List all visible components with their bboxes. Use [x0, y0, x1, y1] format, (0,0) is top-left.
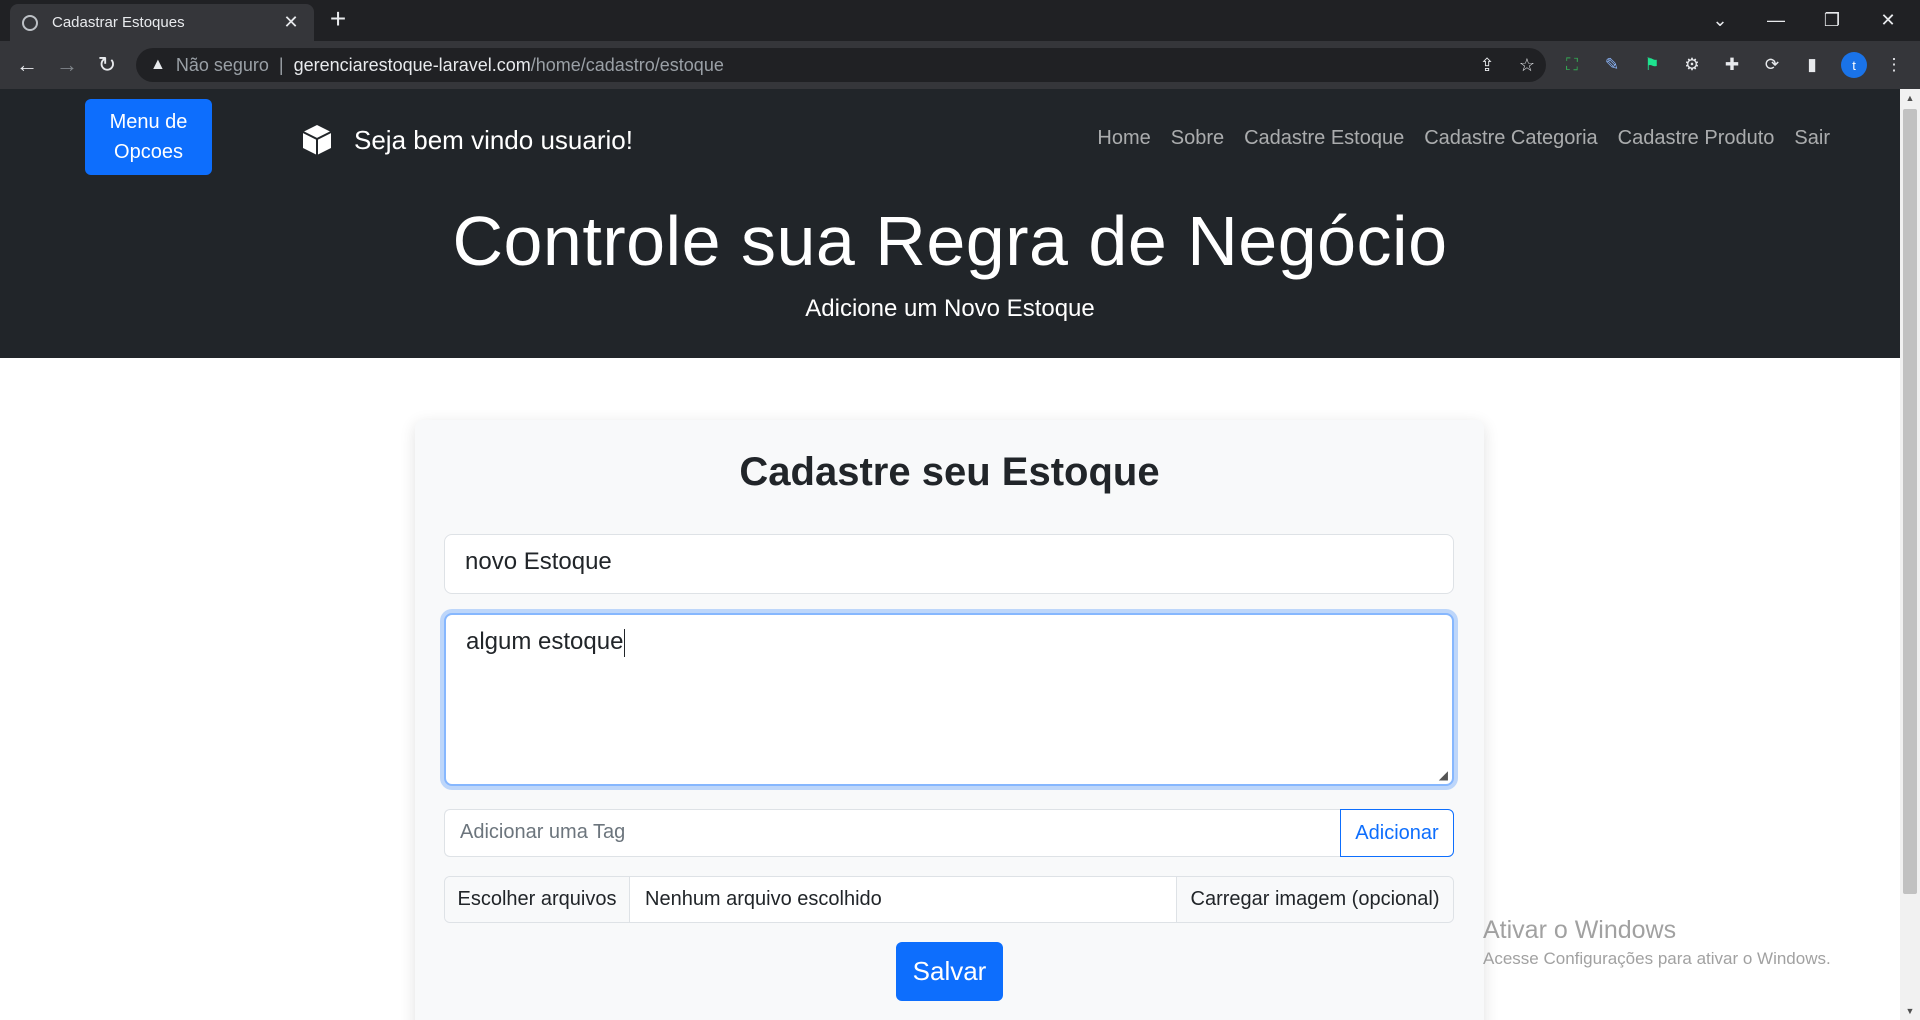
sync-icon[interactable]: ⟳ [1760, 53, 1784, 77]
tab-close-icon[interactable]: ✕ [280, 12, 302, 33]
pen-extension-icon[interactable]: ✎ [1600, 53, 1624, 77]
minimize-icon[interactable]: — [1748, 0, 1804, 41]
nav-cadastre-categoria[interactable]: Cadastre Categoria [1424, 127, 1597, 150]
save-button[interactable]: Salvar [896, 942, 1003, 1001]
nav-cadastre-estoque[interactable]: Cadastre Estoque [1244, 127, 1404, 150]
tab-search-icon[interactable]: ⌄ [1692, 0, 1748, 41]
address-bar[interactable]: ▲ Não seguro | gerenciarestoque-laravel.… [136, 48, 1546, 82]
nav-home[interactable]: Home [1097, 127, 1150, 150]
choose-files-button[interactable]: Escolher arquivos [445, 877, 630, 922]
stock-description-value: algum estoque [466, 628, 624, 655]
upload-image-label: Carregar imagem (opcional) [1176, 877, 1453, 922]
url-separator: | [278, 54, 284, 75]
stock-form-card: Cadastre seu Estoque novo Estoque algum … [415, 420, 1484, 1020]
gear-extension-icon[interactable]: ⚙ [1680, 53, 1704, 77]
hero-title: Controle sua Regra de Negócio [452, 202, 1448, 280]
puzzle-extensions-icon[interactable]: ✚ [1720, 53, 1744, 77]
scroll-up-icon[interactable]: ▲ [1900, 89, 1920, 107]
options-menu-button[interactable]: Menu de Opcoes [85, 99, 212, 175]
watermark-line2: Acesse Configurações para ativar o Windo… [1483, 949, 1831, 968]
globe-icon [22, 14, 38, 31]
browser-tabstrip: Cadastrar Estoques ✕ + ⌄ — ❐ ✕ [0, 0, 1920, 41]
reload-icon[interactable]: ↻ [91, 49, 123, 81]
screenshot-extension-icon[interactable]: ⛶ [1560, 53, 1584, 77]
share-icon[interactable]: ⇪ [1472, 48, 1502, 82]
resize-handle-icon[interactable]: ◢ [1439, 768, 1448, 782]
page-viewport: Menu de Opcoes Seja bem vindo usuario! H… [0, 89, 1900, 1020]
watermark-line1: Ativar o Windows [1483, 916, 1677, 944]
nav-sobre[interactable]: Sobre [1171, 127, 1224, 150]
add-tag-button[interactable]: Adicionar [1340, 809, 1454, 857]
browser-toolbar: ← → ↻ ▲ Não seguro | gerenciarestoque-la… [0, 41, 1920, 89]
file-status[interactable]: Nenhum arquivo escolhido [630, 877, 1176, 922]
text-caret [624, 628, 626, 657]
browser-tab[interactable]: Cadastrar Estoques ✕ [10, 4, 314, 41]
browser-menu-icon[interactable]: ⋮ [1882, 53, 1906, 77]
window-close-icon[interactable]: ✕ [1860, 0, 1916, 41]
stock-description-textarea[interactable]: algum estoque ◢ [444, 613, 1454, 786]
stock-name-input[interactable]: novo Estoque [444, 534, 1454, 594]
tab-title: Cadastrar Estoques [52, 14, 185, 31]
bookmark-star-icon[interactable]: ☆ [1512, 48, 1542, 82]
page-scrollbar[interactable]: ▲ ▼ [1900, 89, 1920, 1020]
scrollbar-thumb[interactable] [1903, 109, 1917, 894]
windows-activation-watermark: Ativar o Windows Acesse Configurações pa… [1483, 916, 1831, 969]
url-host: gerenciarestoque-laravel.com [293, 54, 531, 75]
warning-icon: ▲ [150, 56, 166, 73]
hero-subtitle: Adicione um Novo Estoque [805, 295, 1095, 322]
hero-header: Menu de Opcoes Seja bem vindo usuario! H… [0, 89, 1900, 358]
welcome-text: Seja bem vindo usuario! [354, 124, 633, 155]
new-tab-button[interactable]: + [324, 5, 352, 34]
url-path: /home/cadastro/estoque [530, 54, 724, 75]
top-nav: Home Sobre Cadastre Estoque Cadastre Cat… [1097, 127, 1830, 150]
form-title: Cadastre seu Estoque [739, 450, 1160, 494]
profile-avatar[interactable]: t [1841, 52, 1867, 78]
tag-input-group: Adicionar uma Tag Adicionar [444, 809, 1454, 857]
box-icon [302, 125, 332, 155]
side-panel-icon[interactable]: ▮ [1800, 53, 1824, 77]
tag-input[interactable]: Adicionar uma Tag [444, 809, 1340, 857]
restore-icon[interactable]: ❐ [1804, 0, 1860, 41]
nav-cadastre-produto[interactable]: Cadastre Produto [1618, 127, 1775, 150]
flag-extension-icon[interactable]: ⚑ [1640, 53, 1664, 77]
back-icon[interactable]: ← [11, 49, 43, 81]
scroll-down-icon[interactable]: ▼ [1900, 1002, 1920, 1020]
nav-sair[interactable]: Sair [1794, 127, 1830, 150]
stock-name-value: novo Estoque [465, 548, 612, 575]
file-input-group: Escolher arquivos Nenhum arquivo escolhi… [444, 876, 1454, 923]
brand[interactable]: Seja bem vindo usuario! [300, 123, 633, 157]
forward-icon[interactable]: → [51, 49, 83, 81]
not-secure-label[interactable]: Não seguro [176, 55, 269, 76]
